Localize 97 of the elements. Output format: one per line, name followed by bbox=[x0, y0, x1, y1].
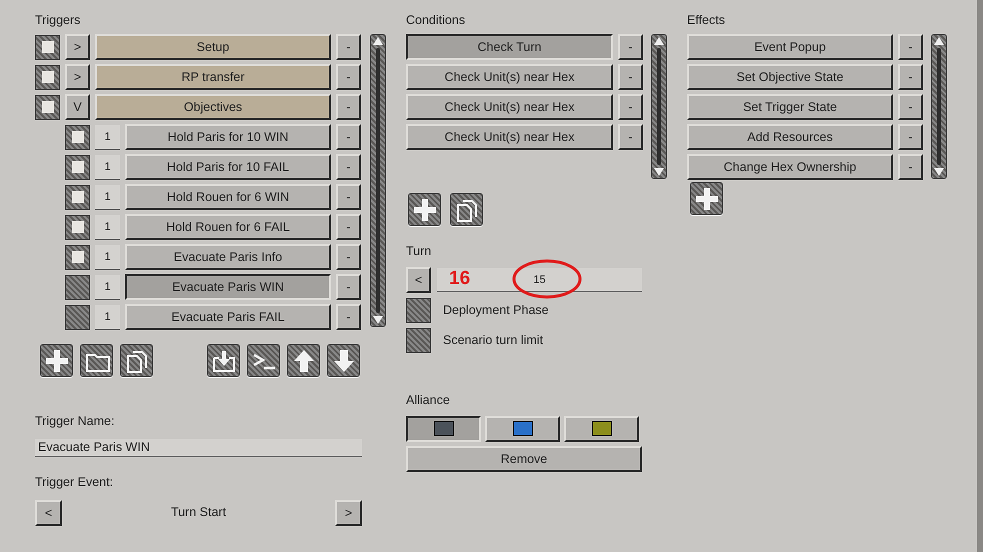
folder-icon[interactable] bbox=[80, 344, 113, 377]
folder-item[interactable]: RP transfer bbox=[95, 64, 331, 90]
expand-toggle[interactable]: > bbox=[65, 64, 90, 90]
list-item[interactable]: Check Turn bbox=[406, 34, 613, 60]
order-field[interactable]: 1 bbox=[95, 244, 120, 270]
list-item[interactable]: Check Unit(s) near Hex bbox=[406, 94, 613, 120]
checkbox[interactable] bbox=[65, 244, 90, 270]
checkbox[interactable] bbox=[65, 304, 90, 330]
arrow-down-icon[interactable] bbox=[327, 344, 360, 377]
scroll-down-icon[interactable] bbox=[934, 168, 944, 176]
list-item[interactable]: Change Hex Ownership bbox=[687, 154, 893, 180]
order-field[interactable]: 1 bbox=[95, 184, 120, 210]
list-item[interactable]: Check Unit(s) near Hex bbox=[406, 124, 613, 150]
option-label: Deployment Phase bbox=[443, 302, 549, 319]
remove-button[interactable]: - bbox=[898, 154, 923, 180]
checkbox[interactable] bbox=[35, 34, 60, 60]
terminal-icon[interactable] bbox=[247, 344, 280, 377]
scrollbar[interactable] bbox=[931, 34, 947, 179]
checkbox[interactable] bbox=[406, 298, 431, 323]
order-field[interactable]: 1 bbox=[95, 304, 120, 330]
copy-icon[interactable] bbox=[450, 193, 483, 226]
section-title: Conditions bbox=[406, 12, 466, 29]
list-item[interactable]: Event Popup bbox=[687, 34, 893, 60]
remove-button[interactable]: - bbox=[336, 184, 361, 210]
checkbox[interactable] bbox=[35, 94, 60, 120]
next-button[interactable]: > bbox=[334, 500, 362, 526]
trigger-item[interactable]: Hold Rouen for 6 FAIL bbox=[125, 214, 331, 240]
scroll-up-icon[interactable] bbox=[934, 37, 944, 45]
list-item[interactable]: Set Trigger State bbox=[687, 94, 893, 120]
checkbox[interactable] bbox=[406, 328, 431, 353]
remove-button[interactable]: - bbox=[618, 94, 643, 120]
add-icon[interactable] bbox=[40, 344, 73, 377]
remove-button[interactable]: - bbox=[336, 304, 361, 330]
remove-button[interactable]: - bbox=[336, 154, 361, 180]
option-label: Scenario turn limit bbox=[443, 332, 544, 349]
checkbox[interactable] bbox=[65, 274, 90, 300]
add-icon[interactable] bbox=[408, 193, 441, 226]
checkbox[interactable] bbox=[65, 154, 90, 180]
field-label: Trigger Name: bbox=[35, 413, 116, 430]
import-icon[interactable] bbox=[207, 344, 240, 377]
folder-item[interactable]: Setup bbox=[95, 34, 331, 60]
scroll-up-icon[interactable] bbox=[654, 37, 664, 45]
remove-button[interactable]: - bbox=[898, 34, 923, 60]
scroll-down-icon[interactable] bbox=[654, 168, 664, 176]
checkbox[interactable] bbox=[65, 184, 90, 210]
remove-button[interactable]: - bbox=[336, 64, 361, 90]
checkbox[interactable] bbox=[35, 64, 60, 90]
trigger-item[interactable]: Evacuate Paris Info bbox=[125, 244, 331, 270]
checkbox[interactable] bbox=[65, 214, 90, 240]
list-item[interactable]: Check Unit(s) near Hex bbox=[406, 64, 613, 90]
remove-button[interactable]: - bbox=[898, 64, 923, 90]
name-field[interactable]: Evacuate Paris WIN bbox=[35, 438, 362, 457]
field-label: Trigger Event: bbox=[35, 474, 114, 491]
checkbox[interactable] bbox=[65, 124, 90, 150]
trigger-item[interactable]: Hold Paris for 10 FAIL bbox=[125, 154, 331, 180]
copy-icon[interactable] bbox=[120, 344, 153, 377]
field-label: Turn bbox=[406, 243, 432, 260]
previous-button[interactable]: < bbox=[406, 266, 431, 293]
remove-button[interactable]: - bbox=[618, 64, 643, 90]
scroll-down-icon[interactable] bbox=[373, 316, 383, 324]
trigger-item[interactable]: Hold Paris for 10 WIN bbox=[125, 124, 331, 150]
arrow-up-icon[interactable] bbox=[287, 344, 320, 377]
remove-button[interactable]: - bbox=[336, 94, 361, 120]
scrollbar[interactable] bbox=[651, 34, 667, 179]
previous-button[interactable]: < bbox=[35, 500, 62, 526]
alliance-button[interactable] bbox=[406, 416, 481, 442]
event-value: Turn Start bbox=[170, 504, 226, 522]
remove-button[interactable]: - bbox=[336, 124, 361, 150]
remove-button[interactable]: - bbox=[618, 124, 643, 150]
remove-button[interactable]: - bbox=[898, 124, 923, 150]
trigger-item[interactable]: Hold Rouen for 6 WIN bbox=[125, 184, 331, 210]
remove-button[interactable]: - bbox=[336, 34, 361, 60]
section-title: Triggers bbox=[35, 12, 82, 29]
expand-toggle[interactable]: > bbox=[65, 34, 90, 60]
trigger-item[interactable]: Evacuate Paris WIN bbox=[125, 274, 331, 300]
field-label: Alliance bbox=[406, 392, 451, 409]
annotation-circle bbox=[512, 258, 582, 299]
remove-button[interactable]: - bbox=[336, 274, 361, 300]
remove-button[interactable]: Remove bbox=[406, 446, 642, 472]
trigger-item[interactable]: Evacuate Paris FAIL bbox=[125, 304, 331, 330]
remove-button[interactable]: - bbox=[336, 214, 361, 240]
annotation-text: 16 bbox=[449, 268, 470, 289]
list-item[interactable]: Add Resources bbox=[687, 124, 893, 150]
section-title: Effects bbox=[687, 12, 726, 29]
scroll-up-icon[interactable] bbox=[373, 37, 383, 45]
remove-button[interactable]: - bbox=[618, 34, 643, 60]
order-field[interactable]: 1 bbox=[95, 124, 120, 150]
add-icon[interactable] bbox=[690, 182, 723, 215]
order-field[interactable]: 1 bbox=[95, 214, 120, 240]
folder-item[interactable]: Objectives bbox=[95, 94, 331, 120]
remove-button[interactable]: - bbox=[898, 94, 923, 120]
order-field[interactable]: 1 bbox=[95, 274, 120, 300]
order-field[interactable]: 1 bbox=[95, 154, 120, 180]
remove-button[interactable]: - bbox=[336, 244, 361, 270]
list-item[interactable]: Set Objective State bbox=[687, 64, 893, 90]
expand-toggle[interactable]: V bbox=[65, 94, 90, 120]
scrollbar[interactable] bbox=[370, 34, 386, 327]
